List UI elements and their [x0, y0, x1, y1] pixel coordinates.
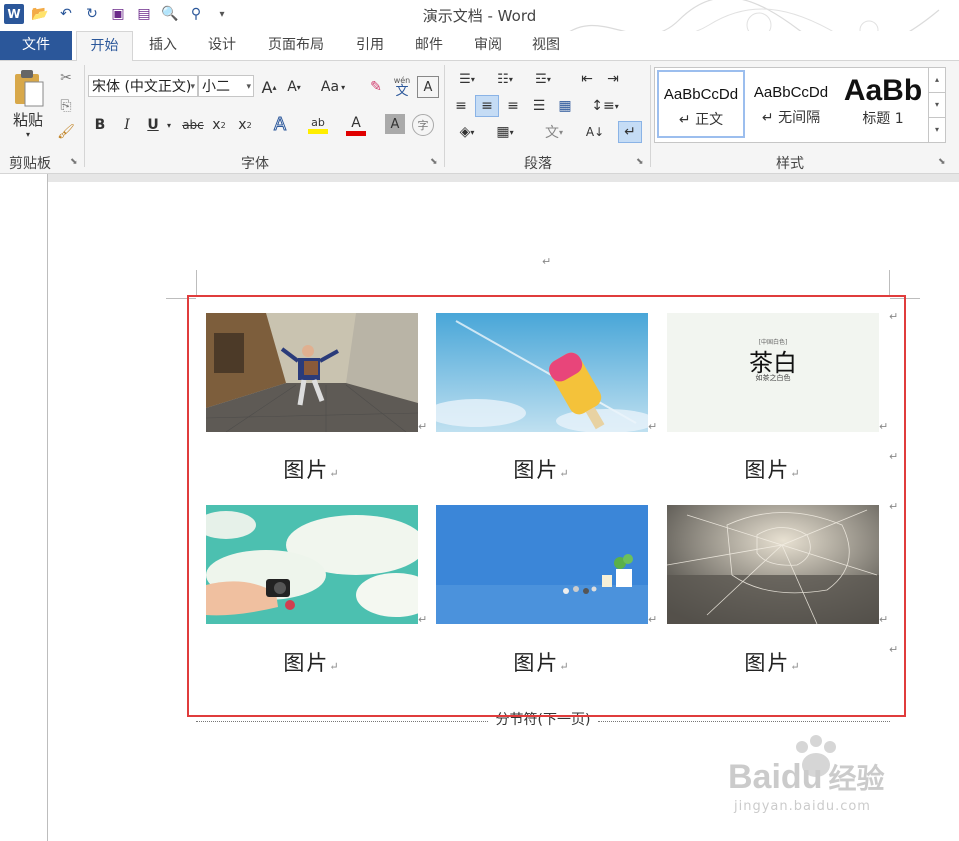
subscript-icon[interactable]: x2 — [208, 114, 230, 136]
watermark-brand2: du — [780, 758, 823, 796]
chevron-down-icon: ▾ — [190, 82, 195, 92]
paragraph-group-label: 段落 — [524, 156, 552, 172]
chevron-up-icon[interactable]: ▴ — [929, 68, 945, 92]
tab-review[interactable]: 审阅 — [462, 31, 514, 60]
strikethrough-icon[interactable]: abc — [178, 114, 208, 136]
title-bar: W 📂 ↶ ↻ ▣ ▤ 🔍 ⚲ ▾ 演示文档 - Word — [0, 0, 959, 56]
enclose-char-icon[interactable]: 字 — [412, 114, 434, 136]
chevron-down-icon: ▾ — [246, 82, 251, 92]
style-no-spacing[interactable]: AaBbCcDd ↵ 无间隔 — [747, 70, 835, 138]
phonetic-char: 文 — [395, 83, 409, 99]
tab-home[interactable]: 开始 — [76, 31, 133, 62]
borders-icon[interactable]: ▦ ▾ — [488, 121, 522, 143]
separator — [444, 65, 445, 167]
chevron-down-icon[interactable]: ▾ — [929, 92, 945, 117]
change-case-label: Aa — [320, 79, 340, 95]
superscript-icon[interactable]: x2 — [234, 114, 256, 136]
text-effect-icon[interactable]: A — [268, 112, 292, 136]
tab-insert[interactable]: 插入 — [137, 31, 189, 60]
change-case-button[interactable]: Aa ▾ — [315, 76, 351, 98]
font-group-label: 字体 — [241, 156, 269, 172]
crop-mark — [889, 270, 890, 296]
highlight-icon[interactable]: ab — [306, 112, 330, 138]
paragraph-launcher-icon[interactable]: ⬊ — [636, 157, 644, 167]
paste-button[interactable]: 粘贴 — [8, 109, 48, 129]
font-size-value: 小二 — [202, 79, 230, 95]
underline-icon[interactable]: U — [143, 114, 163, 136]
copy-icon[interactable]: ⎘ — [55, 95, 77, 117]
baidu-watermark: Baidu 经验 jingyan.baidu.com — [728, 735, 928, 825]
increase-indent-icon[interactable]: ⇥ — [602, 69, 624, 89]
char-border-icon[interactable]: A — [417, 76, 439, 98]
align-right-icon[interactable]: ≡ — [502, 95, 524, 117]
styles-group-label: 样式 — [776, 156, 804, 172]
more-icon[interactable]: ▾ — [929, 117, 945, 142]
style-name: ↵ 无间隔 — [761, 110, 821, 126]
style-normal[interactable]: AaBbCcDd ↵ 正文 — [657, 70, 745, 138]
tab-layout[interactable]: 页面布局 — [256, 31, 336, 60]
show-marks-icon[interactable]: ↵ — [618, 121, 642, 143]
crop-mark — [196, 270, 197, 296]
char-shading-icon[interactable]: A — [385, 114, 405, 134]
clipboard-launcher-icon[interactable]: ⬊ — [70, 157, 78, 167]
section-break-line — [196, 721, 488, 722]
separator — [650, 65, 651, 167]
tab-file[interactable]: 文件 — [0, 31, 72, 60]
style-heading-1[interactable]: AaBb 标题 1 — [837, 70, 929, 138]
shading-icon[interactable]: ◈ ▾ — [450, 121, 484, 143]
paste-dropdown-icon[interactable]: ▾ — [22, 129, 34, 139]
paragraph-mark: ↵ — [542, 255, 552, 268]
style-preview: AaBbCcDd — [753, 84, 829, 101]
clipboard-group-label: 剪贴板 — [9, 156, 51, 172]
left-pane — [0, 174, 48, 841]
decrease-indent-icon[interactable]: ⇤ — [576, 69, 598, 89]
font-name-combo[interactable]: 宋体 (中文正文) ▾ — [88, 75, 198, 97]
style-preview: AaBbCcDd — [663, 86, 739, 103]
highlight-box — [187, 295, 906, 717]
bullets-icon[interactable]: ☰ ▾ — [450, 69, 484, 89]
clear-format-icon[interactable]: ✎ — [365, 76, 387, 98]
tab-design[interactable]: 设计 — [196, 31, 248, 60]
numbering-icon[interactable]: ☷ ▾ — [488, 69, 522, 89]
tab-references[interactable]: 引用 — [344, 31, 396, 60]
paste-icon[interactable] — [10, 67, 48, 109]
font-size-combo[interactable]: 小二 ▾ — [198, 75, 254, 97]
styles-scrollbar[interactable]: ▴ ▾ ▾ — [928, 68, 945, 142]
format-painter-icon[interactable]: 🖌 — [55, 121, 77, 143]
separator — [84, 65, 85, 167]
cut-icon[interactable]: ✂ — [55, 67, 77, 89]
align-center-icon[interactable]: ≡ — [475, 95, 499, 117]
ribbon: 粘贴 ▾ ✂ ⎘ 🖌 剪贴板 ⬊ 宋体 (中文正文) ▾ 小二 ▾ A ▴ A ▾ Aa… — [0, 61, 959, 174]
bold-icon[interactable]: B — [90, 114, 110, 136]
font-launcher-icon[interactable]: ⬊ — [430, 157, 438, 167]
font-color-icon[interactable]: A — [344, 112, 368, 138]
italic-icon[interactable]: I — [117, 114, 137, 136]
style-name: ↵ 正文 — [678, 112, 724, 128]
underline-dropdown-icon[interactable]: ▾ — [164, 116, 174, 134]
tab-mailings[interactable]: 邮件 — [403, 31, 455, 60]
align-left-icon[interactable]: ≡ — [450, 95, 472, 117]
shrink-font-icon[interactable]: A ▾ — [284, 76, 304, 98]
justify-icon[interactable]: ☰ — [528, 95, 550, 117]
distributed-icon[interactable]: ▦ — [554, 95, 576, 117]
watermark-brand: Bai — [728, 758, 781, 796]
style-preview: AaBb — [843, 74, 923, 107]
section-break-line — [598, 721, 890, 722]
grow-font-icon[interactable]: A ▴ — [259, 76, 279, 98]
sort-icon[interactable]: A↓ — [584, 121, 606, 143]
phonetic-guide-button[interactable]: wén 文 — [390, 73, 414, 101]
multilevel-list-icon[interactable]: ☲ ▾ — [526, 69, 560, 89]
style-name: 标题 1 — [862, 111, 904, 127]
ribbon-tabs: 文件 开始 插入 设计 页面布局 引用 邮件 审阅 视图 — [0, 31, 959, 62]
line-spacing-icon[interactable]: ↕≡ ▾ — [588, 95, 622, 117]
styles-launcher-icon[interactable]: ⬊ — [938, 157, 946, 167]
tab-view[interactable]: 视图 — [520, 31, 572, 60]
watermark-cn: 经验 — [828, 763, 885, 794]
watermark-url: jingyan.baidu.com — [734, 799, 871, 814]
chinese-layout-icon[interactable]: 文 ▾ — [536, 121, 572, 143]
font-name-value: 宋体 (中文正文) — [92, 79, 192, 95]
styles-gallery: AaBbCcDd ↵ 正文 AaBbCcDd ↵ 无间隔 AaBb 标题 1 ▴… — [654, 67, 946, 143]
